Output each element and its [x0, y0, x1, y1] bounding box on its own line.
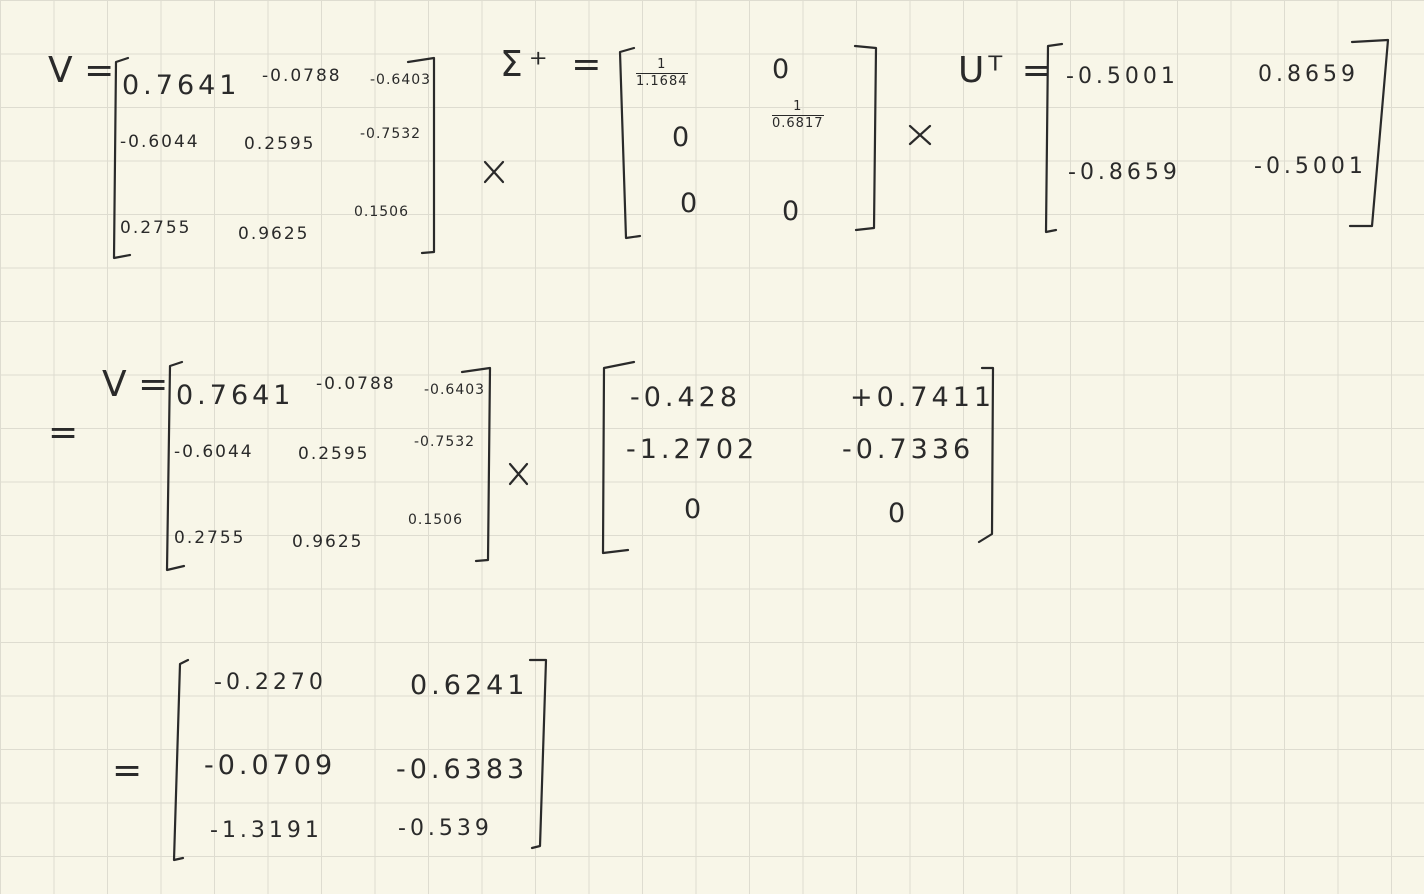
- v-cell-r1c1: 0.7641: [122, 70, 241, 101]
- inter-cell-r3c2: 0: [888, 498, 910, 529]
- v2-cell-r1c1: 0.7641: [176, 380, 295, 411]
- sigma-cell-r3c2: 0: [782, 196, 804, 227]
- result-cell-r1c2: 0.6241: [410, 670, 529, 701]
- v-cell-r3c3: 0.1506: [354, 204, 409, 220]
- sigma-cell-r1c2: 0: [772, 54, 794, 85]
- v2-cell-r3c1: 0.2755: [174, 528, 246, 548]
- times-sign-1: [483, 160, 505, 184]
- result-cell-r3c1: -1.3191: [210, 818, 323, 843]
- v2-cell-r2c3: -0.7532: [414, 434, 476, 450]
- v-cell-r1c2: -0.0788: [262, 66, 342, 86]
- times-sign-3: [508, 462, 529, 486]
- inter-cell-r1c1: -0.428: [630, 382, 742, 413]
- v2-cell-r2c1: -0.6044: [174, 442, 254, 462]
- ut-cell-r2c1: -0.8659: [1068, 160, 1181, 185]
- sigma-plus-label: Σ⁺ =: [500, 44, 608, 85]
- v-cell-r2c1: -0.6044: [120, 132, 200, 152]
- equals-sign-2: =: [112, 750, 143, 791]
- u-transpose-label: Uᵀ =: [958, 50, 1056, 91]
- sigma-frac-r2c2: 1 0.6817: [772, 99, 824, 131]
- v2-cell-r1c3: -0.6403: [424, 382, 486, 398]
- inter-cell-r2c2: -0.7336: [842, 434, 975, 465]
- v2-cell-r2c2: 0.2595: [298, 444, 370, 464]
- v-cell-r3c1: 0.2755: [120, 218, 192, 238]
- result-cell-r3c2: -0.539: [398, 816, 493, 841]
- sigma-cell-r2c1: 0: [672, 122, 694, 153]
- v-label: V =: [48, 50, 115, 91]
- v-label-2: V =: [102, 364, 169, 405]
- inter-cell-r2c1: -1.2702: [626, 434, 759, 465]
- v2-cell-r1c2: -0.0788: [316, 374, 396, 394]
- v2-cell-r3c3: 0.1506: [408, 512, 463, 528]
- result-right-bracket: [528, 658, 548, 850]
- result-left-bracket: [172, 658, 190, 862]
- result-cell-r2c2: -0.6383: [396, 754, 529, 785]
- ut-cell-r1c2: 0.8659: [1258, 62, 1359, 87]
- equals-sign-1: =: [48, 412, 79, 453]
- inter-cell-r3c1: 0: [684, 494, 706, 525]
- v2-cell-r3c2: 0.9625: [292, 532, 364, 552]
- v-cell-r3c2: 0.9625: [238, 224, 310, 244]
- result-cell-r2c1: -0.0709: [204, 750, 337, 781]
- v-cell-r2c2: 0.2595: [244, 134, 316, 154]
- ut-cell-r2c2: -0.5001: [1254, 154, 1367, 179]
- result-cell-r1c1: -0.2270: [214, 670, 327, 695]
- times-sign-2: [908, 124, 932, 146]
- v-cell-r2c3: -0.7532: [360, 126, 422, 142]
- v-cell-r1c3: -0.6403: [370, 72, 432, 88]
- sigma-frac-r1c1: 1 1.1684: [636, 57, 688, 89]
- inter-cell-r1c2: +0.7411: [850, 382, 996, 413]
- ut-cell-r1c1: -0.5001: [1066, 64, 1179, 89]
- sigma-right-bracket: [853, 44, 878, 232]
- sigma-cell-r3c1: 0: [680, 188, 702, 219]
